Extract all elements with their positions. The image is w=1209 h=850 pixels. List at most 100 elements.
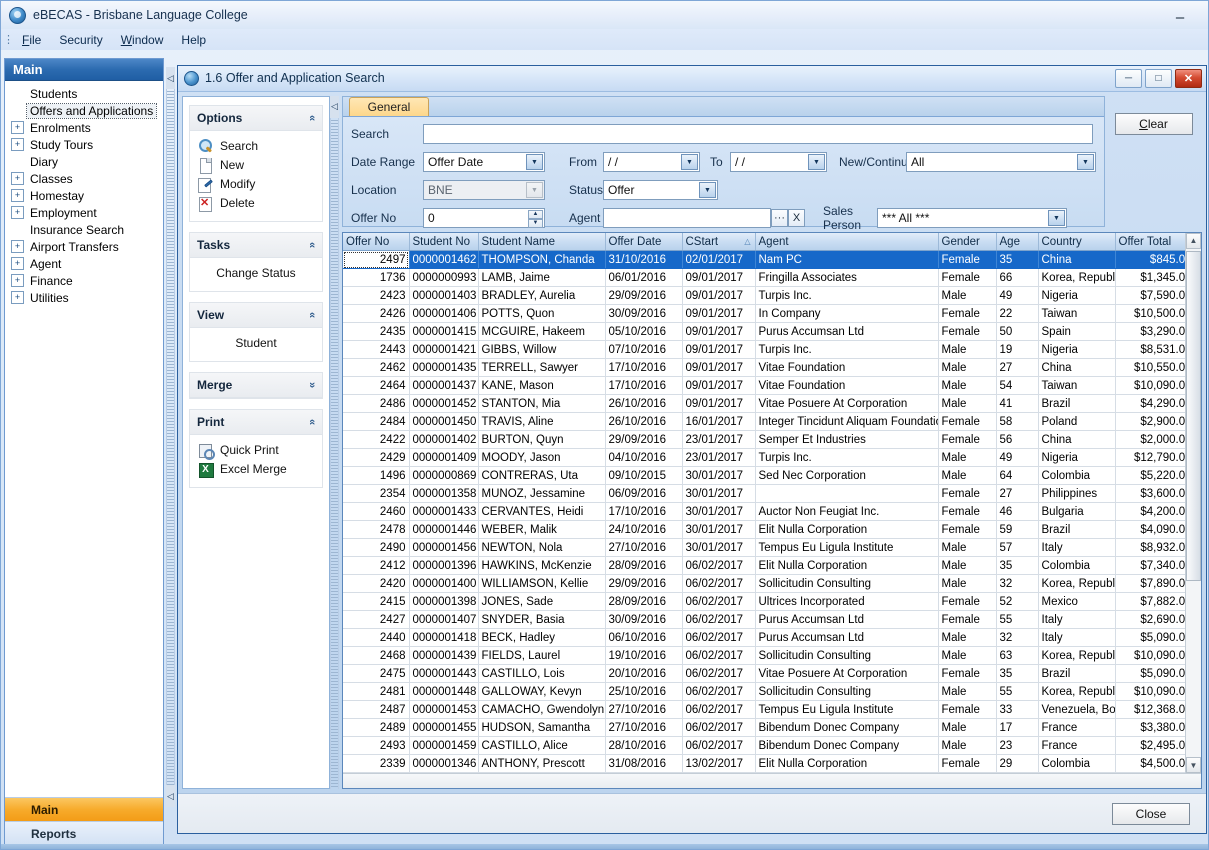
- column-header-student-no[interactable]: Student No: [409, 233, 478, 251]
- close-button[interactable]: Close: [1112, 803, 1190, 825]
- table-row[interactable]: 24900000001456NEWTON, Nola27/10/201630/0…: [343, 539, 1185, 557]
- sales-person-select[interactable]: *** All *** ▼: [877, 208, 1067, 228]
- expand-plus-icon[interactable]: +: [11, 121, 24, 134]
- expand-plus-icon[interactable]: +: [11, 291, 24, 304]
- agent-input[interactable]: [603, 208, 771, 228]
- sidebar-item-insurance-search[interactable]: Insurance Search: [9, 221, 163, 238]
- sidebar-item-enrolments[interactable]: +Enrolments: [9, 119, 163, 136]
- expand-plus-icon[interactable]: +: [11, 257, 24, 270]
- menu-security[interactable]: Security: [50, 31, 111, 49]
- table-row[interactable]: 24640000001437KANE, Mason17/10/201609/01…: [343, 377, 1185, 395]
- chevron-double-up-icon[interactable]: «: [306, 419, 318, 425]
- table-row[interactable]: 24680000001439FIELDS, Laurel19/10/201606…: [343, 647, 1185, 665]
- menu-file[interactable]: File: [13, 31, 50, 49]
- chevron-down-icon[interactable]: ▼: [526, 154, 543, 170]
- table-row[interactable]: 14960000000869CONTRERAS, Uta09/10/201530…: [343, 467, 1185, 485]
- chevron-double-up-icon[interactable]: «: [306, 115, 318, 121]
- table-row[interactable]: 24120000001396HAWKINS, McKenzie28/09/201…: [343, 557, 1185, 575]
- sidebar-item-airport-transfers[interactable]: +Airport Transfers: [9, 238, 163, 255]
- column-header-offer-total[interactable]: Offer Total: [1115, 233, 1185, 251]
- scrollbar-track[interactable]: [1186, 249, 1201, 758]
- menu-window[interactable]: Window: [112, 31, 173, 49]
- collapse-left-arrow-icon-bottom[interactable]: ◁: [166, 785, 175, 807]
- table-row[interactable]: 24290000001409MOODY, Jason04/10/201623/0…: [343, 449, 1185, 467]
- side-action-quick-print[interactable]: Quick Print: [198, 441, 318, 460]
- table-row[interactable]: 24930000001459CASTILLO, Alice28/10/20160…: [343, 737, 1185, 755]
- table-row[interactable]: 24600000001433CERVANTES, Heidi17/10/2016…: [343, 503, 1185, 521]
- sidebar-item-students[interactable]: Students: [9, 85, 163, 102]
- chevron-down-icon[interactable]: ▼: [526, 182, 543, 198]
- dialog-minimize-button[interactable]: ─: [1115, 69, 1142, 88]
- chevron-down-icon[interactable]: ▼: [1048, 210, 1065, 226]
- column-header-offer-no[interactable]: Offer No: [343, 233, 409, 251]
- chevron-double-up-icon[interactable]: «: [306, 242, 318, 248]
- chevron-double-down-icon[interactable]: »: [306, 382, 318, 388]
- side-panel-splitter[interactable]: ◁: [330, 96, 339, 790]
- table-row[interactable]: 24870000001453CAMACHO, Gwendolyn27/10/20…: [343, 701, 1185, 719]
- tab-general[interactable]: General: [349, 97, 429, 116]
- expand-plus-icon[interactable]: +: [11, 240, 24, 253]
- sidebar-item-classes[interactable]: +Classes: [9, 170, 163, 187]
- chevron-double-up-icon[interactable]: «: [306, 312, 318, 318]
- side-action-new[interactable]: New: [198, 156, 318, 175]
- table-row[interactable]: 24350000001415MCGUIRE, Hakeem05/10/20160…: [343, 323, 1185, 341]
- location-select[interactable]: BNE ▼: [423, 180, 545, 200]
- table-row[interactable]: 24970000001462THOMPSON, Chanda31/10/2016…: [343, 251, 1185, 269]
- expand-plus-icon[interactable]: +: [11, 206, 24, 219]
- table-row[interactable]: 24750000001443CASTILLO, Lois20/10/201606…: [343, 665, 1185, 683]
- offer-no-stepper[interactable]: 0 ▲ ▼: [423, 208, 545, 228]
- scroll-up-icon[interactable]: ▲: [1186, 233, 1201, 249]
- expand-plus-icon[interactable]: +: [11, 274, 24, 287]
- chevron-down-icon[interactable]: ▼: [681, 154, 698, 170]
- expand-plus-icon[interactable]: +: [11, 172, 24, 185]
- side-group-header[interactable]: Options«: [190, 106, 322, 131]
- table-row[interactable]: 24150000001398JONES, Sade28/09/201606/02…: [343, 593, 1185, 611]
- stepper-buttons[interactable]: ▲ ▼: [528, 210, 543, 226]
- sidebar-item-homestay[interactable]: +Homestay: [9, 187, 163, 204]
- scroll-down-icon[interactable]: ▼: [1186, 757, 1201, 773]
- table-row[interactable]: 24200000001400WILLIAMSON, Kellie29/09/20…: [343, 575, 1185, 593]
- column-header-country[interactable]: Country: [1038, 233, 1115, 251]
- agent-browse-button[interactable]: ···: [771, 209, 788, 227]
- column-header-agent[interactable]: Agent: [755, 233, 938, 251]
- side-group-header[interactable]: View«: [190, 303, 322, 328]
- collapse-left-arrow-icon-top[interactable]: ◁: [166, 67, 175, 89]
- column-header-age[interactable]: Age: [996, 233, 1038, 251]
- table-row[interactable]: 17360000000993LAMB, Jaime06/01/201609/01…: [343, 269, 1185, 287]
- sidebar-item-study-tours[interactable]: +Study Tours: [9, 136, 163, 153]
- new-continuing-select[interactable]: All ▼: [906, 152, 1096, 172]
- agent-clear-button[interactable]: X: [788, 209, 805, 227]
- table-row[interactable]: 24230000001403BRADLEY, Aurelia29/09/2016…: [343, 287, 1185, 305]
- table-row[interactable]: 24810000001448GALLOWAY, Kevyn25/10/20160…: [343, 683, 1185, 701]
- side-group-header[interactable]: Tasks«: [190, 233, 322, 258]
- sidebar-item-employment[interactable]: +Employment: [9, 204, 163, 221]
- sidebar-item-offers-and-applications[interactable]: Offers and Applications: [9, 102, 163, 119]
- column-header-student-name[interactable]: Student Name: [478, 233, 605, 251]
- table-row[interactable]: 23540000001358MUNOZ, Jessamine06/09/2016…: [343, 485, 1185, 503]
- table-row[interactable]: 24430000001421GIBBS, Willow07/10/201609/…: [343, 341, 1185, 359]
- minimize-button[interactable]: –: [1166, 5, 1194, 23]
- chevron-down-icon[interactable]: ▼: [808, 154, 825, 170]
- scrollbar-thumb[interactable]: [1186, 251, 1201, 581]
- sidebar-item-utilities[interactable]: +Utilities: [9, 289, 163, 306]
- to-date-input[interactable]: / / ▼: [730, 152, 827, 172]
- dialog-close-button[interactable]: ✕: [1175, 69, 1202, 88]
- side-group-header[interactable]: Merge»: [190, 373, 322, 398]
- chevron-down-icon[interactable]: ▼: [699, 182, 716, 198]
- side-action-excel-merge[interactable]: Excel Merge: [198, 460, 318, 479]
- chevron-down-icon[interactable]: ▼: [1077, 154, 1094, 170]
- menu-help[interactable]: Help: [172, 31, 215, 49]
- table-row[interactable]: 24260000001406POTTS, Quon30/09/201609/01…: [343, 305, 1185, 323]
- clear-button[interactable]: Clear: [1115, 113, 1193, 135]
- table-row[interactable]: 24840000001450TRAVIS, Aline26/10/201616/…: [343, 413, 1185, 431]
- from-date-input[interactable]: / / ▼: [603, 152, 700, 172]
- sidebar-item-diary[interactable]: Diary: [9, 153, 163, 170]
- table-row[interactable]: 24400000001418BECK, Hadley06/10/201606/0…: [343, 629, 1185, 647]
- side-action-modify[interactable]: Modify: [198, 175, 318, 194]
- status-select[interactable]: Offer ▼: [603, 180, 718, 200]
- sidebar-item-agent[interactable]: +Agent: [9, 255, 163, 272]
- collapse-panel-arrow-icon[interactable]: ◁: [330, 96, 339, 118]
- table-body[interactable]: 24970000001462THOMPSON, Chanda31/10/2016…: [343, 251, 1185, 773]
- side-action-search[interactable]: Search: [198, 137, 318, 156]
- expand-plus-icon[interactable]: +: [11, 138, 24, 151]
